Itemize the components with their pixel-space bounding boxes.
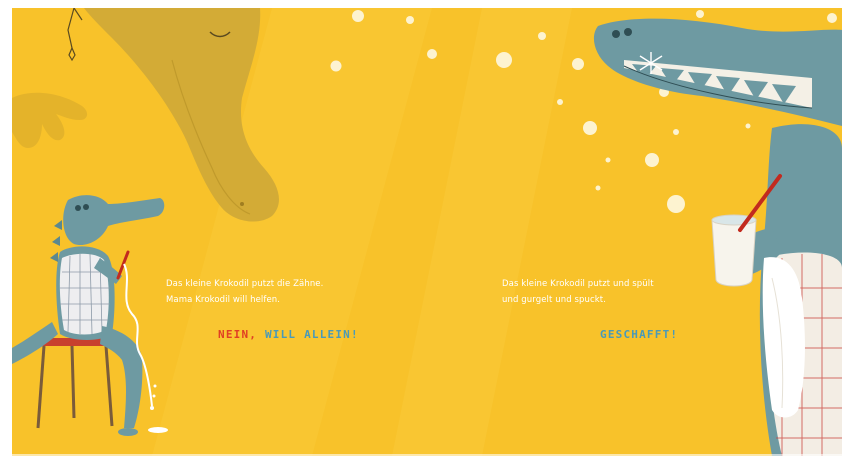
illustration	[12, 8, 842, 456]
shout-will-allein: WILL ALLEIN!	[264, 328, 359, 341]
left-page-text: Das kleine Krokodil putzt die Zähne. Mam…	[166, 276, 386, 308]
left-text-line-2: Mama Krokodil will helfen.	[166, 295, 281, 305]
right-text-line-2: und gurgelt und spuckt.	[502, 295, 607, 305]
left-text-line-1: Das kleine Krokodil putzt die Zähne.	[166, 279, 324, 289]
left-shout: NEIN, WILL ALLEIN!	[218, 328, 359, 341]
picture-book-spread: Das kleine Krokodil putzt die Zähne. Mam…	[12, 8, 842, 456]
right-page-text: Das kleine Krokodil putzt und spült und …	[502, 276, 722, 308]
shout-nein: NEIN,	[218, 328, 258, 341]
right-shout-geschafft: GESCHAFFT!	[600, 328, 679, 341]
right-text-line-1: Das kleine Krokodil putzt und spült	[502, 279, 654, 289]
